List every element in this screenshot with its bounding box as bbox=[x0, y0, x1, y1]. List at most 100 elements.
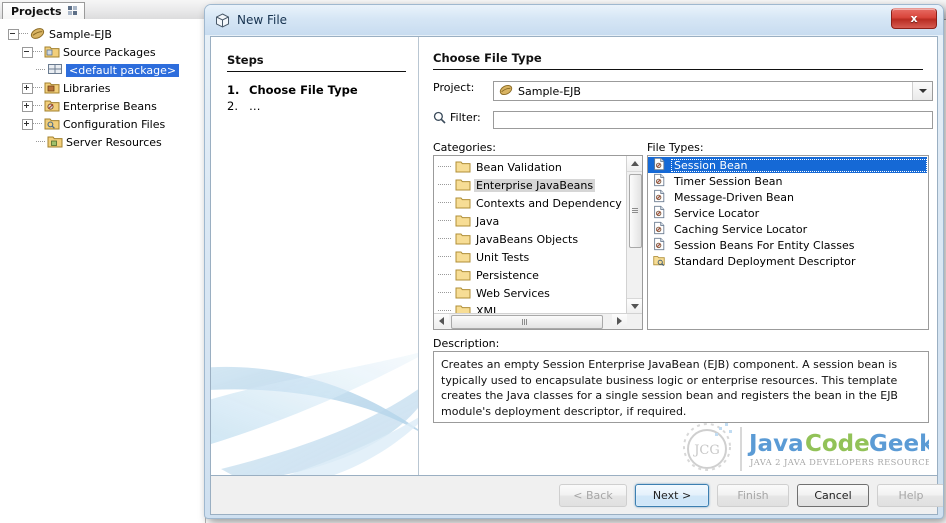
tree-label-configuration-files: Configuration Files bbox=[63, 117, 166, 131]
tree-row-server-resources[interactable]: Server Resources bbox=[4, 133, 205, 151]
category-row[interactable]: Contexts and Dependency Inj bbox=[434, 194, 627, 212]
tree-row-source-packages[interactable]: Source Packages bbox=[4, 43, 205, 61]
scroll-right-icon[interactable] bbox=[612, 314, 627, 328]
file-type-row[interactable]: Timer Session Bean bbox=[648, 173, 928, 189]
project-row: Project: Sample-EJB bbox=[433, 81, 933, 101]
scroll-down-icon[interactable] bbox=[627, 298, 642, 314]
category-label: Contexts and Dependency Inj bbox=[476, 196, 627, 210]
file-type-row-selected[interactable]: Session Bean bbox=[648, 157, 927, 173]
coffee-bean-icon bbox=[499, 83, 513, 100]
category-label-selected: Enterprise JavaBeans bbox=[474, 178, 596, 192]
steps-list: 1. Choose File Type 2. … bbox=[227, 82, 418, 114]
tree-guide bbox=[438, 220, 451, 222]
session-bean-icon bbox=[652, 221, 668, 237]
tree-guide bbox=[438, 166, 451, 168]
file-type-row[interactable]: Standard Deployment Descriptor bbox=[648, 253, 928, 269]
file-type-row[interactable]: Service Locator bbox=[648, 205, 928, 221]
close-tab-icon[interactable] bbox=[67, 5, 77, 18]
tree-row-libraries[interactable]: Libraries bbox=[4, 79, 205, 97]
description-text: Creates an empty Session Enterprise Java… bbox=[433, 351, 929, 423]
chevron-down-icon[interactable] bbox=[912, 82, 932, 100]
vertical-scroll-thumb[interactable] bbox=[629, 174, 642, 248]
file-type-label: Caching Service Locator bbox=[674, 222, 808, 236]
project-label: Project: bbox=[433, 81, 475, 94]
svg-text:JCG: JCG bbox=[692, 443, 720, 458]
tree-row-default-package[interactable]: <default package> bbox=[4, 61, 205, 79]
filter-input[interactable] bbox=[493, 111, 933, 129]
category-folder-icon bbox=[455, 177, 471, 193]
category-row[interactable]: Enterprise JavaBeans bbox=[434, 176, 627, 194]
tree-row-configuration-files[interactable]: Configuration Files bbox=[4, 115, 205, 133]
horizontal-scroll-thumb[interactable] bbox=[451, 315, 603, 329]
tree-guide bbox=[438, 202, 451, 204]
finish-button[interactable]: Finish bbox=[717, 484, 789, 507]
categories-list-box[interactable]: Bean Validation Enterprise JavaBeans Con… bbox=[433, 155, 643, 330]
category-row[interactable]: Java bbox=[434, 212, 627, 230]
category-row[interactable]: Persistence bbox=[434, 266, 627, 284]
server-resources-folder-icon bbox=[47, 134, 63, 150]
close-icon[interactable]: x bbox=[891, 8, 937, 29]
categories-horizontal-scrollbar[interactable] bbox=[434, 313, 642, 329]
tree-guide bbox=[438, 292, 451, 294]
tree-guide bbox=[36, 141, 45, 143]
category-row[interactable]: JavaBeans Objects bbox=[434, 230, 627, 248]
session-bean-icon bbox=[652, 237, 668, 253]
dialog-title: New File bbox=[237, 13, 288, 27]
expand-expander-icon[interactable] bbox=[22, 100, 33, 112]
category-folder-icon bbox=[455, 159, 471, 175]
source-packages-folder-icon bbox=[44, 44, 60, 60]
tree-guide bbox=[438, 184, 451, 186]
project-dropdown-value: Sample-EJB bbox=[518, 84, 581, 98]
file-type-label: Standard Deployment Descriptor bbox=[674, 254, 856, 268]
expand-expander-icon[interactable] bbox=[22, 118, 33, 130]
back-button[interactable]: < Back bbox=[559, 484, 627, 507]
projects-panel: Sample-EJB Source Packages <default pack… bbox=[0, 19, 206, 523]
package-icon bbox=[47, 62, 63, 78]
file-types-label: File Types: bbox=[647, 141, 704, 154]
new-file-dialog: New File x Steps 1. Choose File Type 2. … bbox=[204, 4, 944, 519]
collapse-expander-icon[interactable] bbox=[8, 28, 19, 40]
help-button[interactable]: Help bbox=[877, 484, 943, 507]
categories-vertical-scrollbar[interactable] bbox=[626, 156, 642, 314]
scroll-up-icon[interactable] bbox=[627, 156, 642, 172]
file-type-label: Timer Session Bean bbox=[674, 174, 783, 188]
project-dropdown[interactable]: Sample-EJB bbox=[493, 81, 933, 101]
category-row[interactable]: Bean Validation bbox=[434, 158, 627, 176]
expand-expander-icon[interactable] bbox=[22, 82, 33, 94]
tree-guide bbox=[33, 123, 42, 125]
scroll-left-icon[interactable] bbox=[434, 314, 449, 328]
file-types-list-box[interactable]: Session Bean Timer Session Bean Message-… bbox=[647, 155, 929, 330]
steps-heading: Steps bbox=[227, 53, 406, 72]
tree-guide bbox=[438, 238, 451, 240]
tab-projects-label: Projects bbox=[11, 5, 62, 18]
content-panel: Choose File Type Project: Sample-EJB Fil… bbox=[419, 37, 943, 475]
session-bean-icon bbox=[652, 157, 668, 173]
filter-label: Filter: bbox=[450, 111, 481, 124]
file-type-row[interactable]: Session Beans For Entity Classes bbox=[648, 237, 928, 253]
category-row[interactable]: Unit Tests bbox=[434, 248, 627, 266]
category-folder-icon bbox=[455, 267, 471, 283]
tree-label-server-resources: Server Resources bbox=[66, 135, 162, 149]
tree-guide bbox=[438, 274, 451, 276]
tab-projects[interactable]: Projects bbox=[2, 2, 85, 20]
decorative-swoosh-graphic bbox=[211, 329, 418, 475]
configuration-files-folder-icon bbox=[44, 116, 60, 132]
deployment-descriptor-icon bbox=[652, 253, 668, 269]
category-label: Unit Tests bbox=[476, 250, 530, 264]
tree-guide bbox=[33, 87, 42, 89]
tree-guide bbox=[36, 69, 45, 71]
category-label: Bean Validation bbox=[476, 160, 562, 174]
tree-row-root[interactable]: Sample-EJB bbox=[4, 25, 205, 43]
collapse-expander-icon[interactable] bbox=[22, 46, 33, 58]
next-button[interactable]: Next > bbox=[635, 484, 709, 507]
dialog-footer: < Back Next > Finish Cancel Help bbox=[210, 476, 943, 515]
file-type-row[interactable]: Message-Driven Bean bbox=[648, 189, 928, 205]
cancel-button[interactable]: Cancel bbox=[797, 484, 869, 507]
category-folder-icon bbox=[455, 231, 471, 247]
file-type-row[interactable]: Caching Service Locator bbox=[648, 221, 928, 237]
category-row[interactable]: Web Services bbox=[434, 284, 627, 302]
dialog-title-bar[interactable]: New File x bbox=[205, 5, 943, 35]
tree-label-libraries: Libraries bbox=[63, 81, 111, 95]
search-icon bbox=[433, 111, 446, 124]
tree-row-enterprise-beans[interactable]: Enterprise Beans bbox=[4, 97, 205, 115]
